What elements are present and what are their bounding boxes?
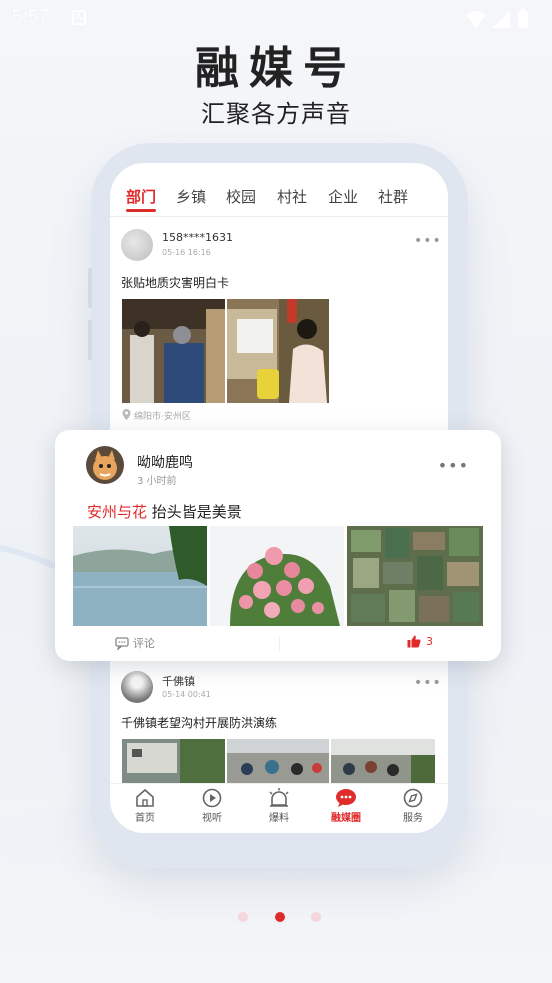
topic-tag[interactable]: 安州与花 <box>87 503 147 521</box>
pager-dot[interactable] <box>311 912 321 922</box>
tab-towns[interactable]: 乡镇 <box>176 186 206 207</box>
post-text: 安州与花 抬头皆是美景 <box>87 501 242 522</box>
post-photo[interactable] <box>227 739 329 783</box>
category-tabs: 部门 乡镇 校园 村社 企业 社群 <box>110 163 448 217</box>
active-tab-indicator <box>126 209 156 212</box>
nav-label: 融媒圈 <box>331 813 361 824</box>
location-icon <box>122 409 131 420</box>
tab-campus[interactable]: 校园 <box>226 186 256 207</box>
nav-services[interactable]: 服务 <box>388 788 438 824</box>
post-username: 158****1631 <box>162 231 233 244</box>
nav-home[interactable]: 首页 <box>120 788 170 824</box>
pager-dot-active[interactable] <box>275 912 285 922</box>
nav-video[interactable]: 视听 <box>187 788 237 824</box>
post-location: 绵阳市·安州区 <box>122 409 191 422</box>
nav-media-circle[interactable]: 融媒圈 <box>321 788 371 824</box>
post-actions: 评论 3 <box>55 629 501 661</box>
comment-icon <box>115 637 129 651</box>
chat-bubble-icon <box>336 789 356 807</box>
post-photo[interactable] <box>210 526 344 626</box>
a-letter-icon: A <box>72 10 86 25</box>
more-icon[interactable]: ••• <box>414 233 442 249</box>
divider <box>279 637 280 651</box>
status-bar: 5:57 A <box>0 0 552 36</box>
post-photo[interactable] <box>347 526 483 626</box>
like-button[interactable]: 3 <box>407 635 433 648</box>
list-item[interactable]: 158****1631 05-16 16:16 ••• 张贴地质灾害明白卡 绵阳… <box>110 217 448 429</box>
nav-label: 视听 <box>202 813 222 824</box>
post-photo[interactable] <box>227 299 329 403</box>
post-time: 05-14 00:41 <box>162 690 211 699</box>
wifi-icon <box>466 11 486 28</box>
bottom-navigation: 首页 视听 爆料 融媒圈 服务 <box>110 783 448 833</box>
post-photo[interactable] <box>122 299 225 403</box>
status-icons <box>466 9 528 28</box>
list-item[interactable]: 千佛镇 05-14 00:41 ••• 千佛镇老望沟村开展防洪演练 <box>110 661 448 783</box>
post-photo[interactable] <box>122 739 225 783</box>
compass-icon <box>403 788 423 808</box>
post-body: 抬头皆是美景 <box>151 503 242 521</box>
like-count: 3 <box>426 635 433 648</box>
tab-communities[interactable]: 社群 <box>378 186 408 207</box>
battery-icon <box>518 9 528 28</box>
comment-button[interactable]: 评论 <box>115 635 155 651</box>
post-text: 张贴地质灾害明白卡 <box>121 276 230 290</box>
phone-side-button <box>88 320 92 360</box>
post-time: 3 小时前 <box>137 476 177 487</box>
post-photo[interactable] <box>331 739 435 783</box>
nav-tips[interactable]: 爆料 <box>254 788 304 824</box>
play-icon <box>202 788 222 808</box>
tab-villages[interactable]: 村社 <box>277 186 307 207</box>
avatar <box>121 671 153 703</box>
more-icon[interactable]: ••• <box>438 456 469 475</box>
phone-side-button <box>88 268 92 308</box>
thumbs-up-icon <box>407 635 421 648</box>
page-subtitle: 汇聚各方声音 <box>201 100 351 128</box>
tab-department[interactable]: 部门 <box>126 186 156 207</box>
post-photo[interactable] <box>73 526 207 626</box>
post-text: 千佛镇老望沟村开展防洪演练 <box>121 716 278 730</box>
avatar <box>86 446 124 484</box>
status-time: 5:57 <box>12 7 49 28</box>
nav-label: 服务 <box>403 813 423 824</box>
featured-post-card[interactable]: 呦呦鹿鸣 3 小时前 ••• 安州与花 抬头皆是美景 评论 3 <box>55 430 501 661</box>
post-time: 05-16 16:16 <box>162 248 211 257</box>
post-username: 呦呦鹿鸣 <box>137 455 193 471</box>
post-username: 千佛镇 <box>162 675 195 688</box>
signal-icon <box>492 11 510 28</box>
alarm-light-icon <box>269 788 289 807</box>
home-icon <box>136 788 154 807</box>
tab-enterprises[interactable]: 企业 <box>328 186 358 207</box>
comment-label: 评论 <box>133 637 155 650</box>
pager-dot[interactable] <box>238 912 248 922</box>
nav-label: 首页 <box>135 813 155 824</box>
page-title: 融媒号 <box>195 43 357 94</box>
nav-label: 爆料 <box>269 813 289 824</box>
more-icon[interactable]: ••• <box>414 675 442 691</box>
avatar <box>121 229 153 261</box>
